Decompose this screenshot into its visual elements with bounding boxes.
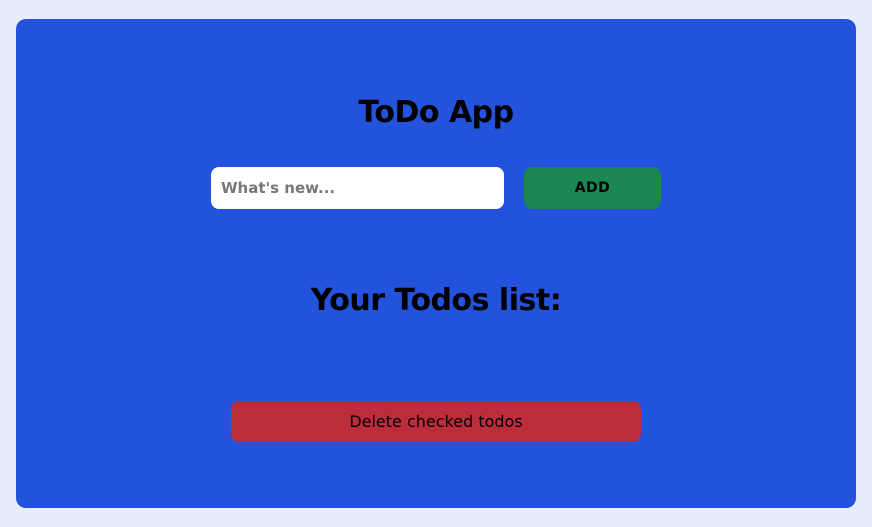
add-button[interactable]: ADD [524, 167, 661, 209]
todo-list [231, 337, 641, 387]
delete-checked-todos-button[interactable]: Delete checked todos [231, 401, 641, 442]
todos-list-heading: Your Todos list: [310, 283, 562, 318]
app-title: ToDo App [358, 95, 514, 130]
todo-app-card: ToDo App ADD Your Todos list: Delete che… [16, 19, 856, 508]
new-todo-input[interactable] [211, 167, 504, 209]
